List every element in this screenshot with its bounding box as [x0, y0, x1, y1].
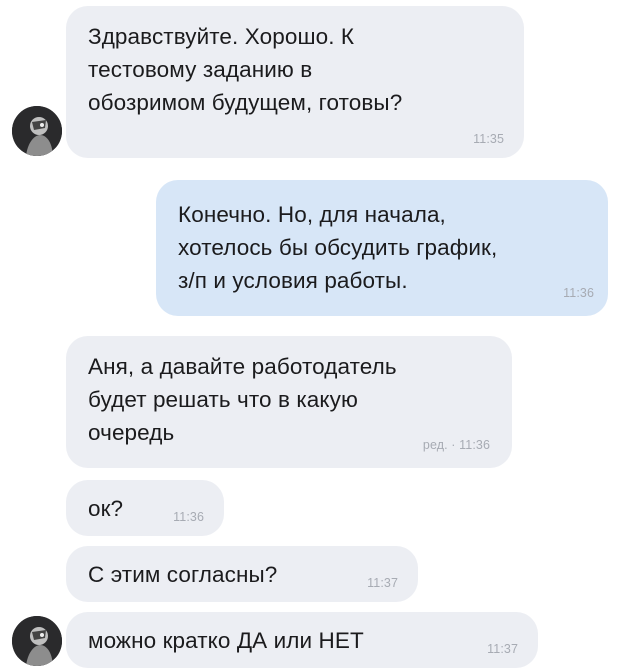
message-text: ок? [88, 496, 124, 521]
incoming-message-bubble[interactable]: ок? 11:36 [66, 480, 224, 536]
message-text: Конечно. Но, для начала, хотелось бы обс… [178, 202, 498, 293]
message-text: можно кратко ДА или НЕТ [88, 628, 364, 653]
avatar-image [12, 106, 62, 156]
incoming-message-bubble[interactable]: можно кратко ДА или НЕТ 11:37 [66, 612, 538, 668]
edited-label: ред. [422, 438, 448, 452]
message-time: 11:36 [173, 510, 204, 524]
message-time: 11:35 [473, 132, 504, 146]
chat-message-list: Здравствуйте. Хорошо. К тестовому задани… [0, 0, 620, 672]
incoming-message-bubble[interactable]: Здравствуйте. Хорошо. К тестовому задани… [66, 6, 524, 158]
avatar-image [12, 616, 62, 666]
message-time: 11:37 [487, 642, 518, 656]
message-time: 11:37 [367, 576, 398, 590]
incoming-message-bubble[interactable]: Аня, а давайте работодатель будет решать… [66, 336, 512, 468]
incoming-message-bubble[interactable]: С этим согласны? 11:37 [66, 546, 418, 602]
message-text: Аня, а давайте работодатель будет решать… [88, 354, 397, 445]
message-time: 11:36 [563, 286, 594, 300]
message-text: Здравствуйте. Хорошо. К тестовому задани… [88, 24, 403, 115]
message-text: С этим согласны? [88, 562, 278, 587]
user-avatar-icon[interactable] [12, 616, 62, 666]
meta-separator: · [447, 438, 460, 452]
user-avatar-icon[interactable] [12, 106, 62, 156]
outgoing-message-bubble[interactable]: Конечно. Но, для начала, хотелось бы обс… [156, 180, 608, 316]
message-meta: ред. · 11:36 [423, 438, 490, 452]
message-time: 11:36 [459, 438, 490, 452]
